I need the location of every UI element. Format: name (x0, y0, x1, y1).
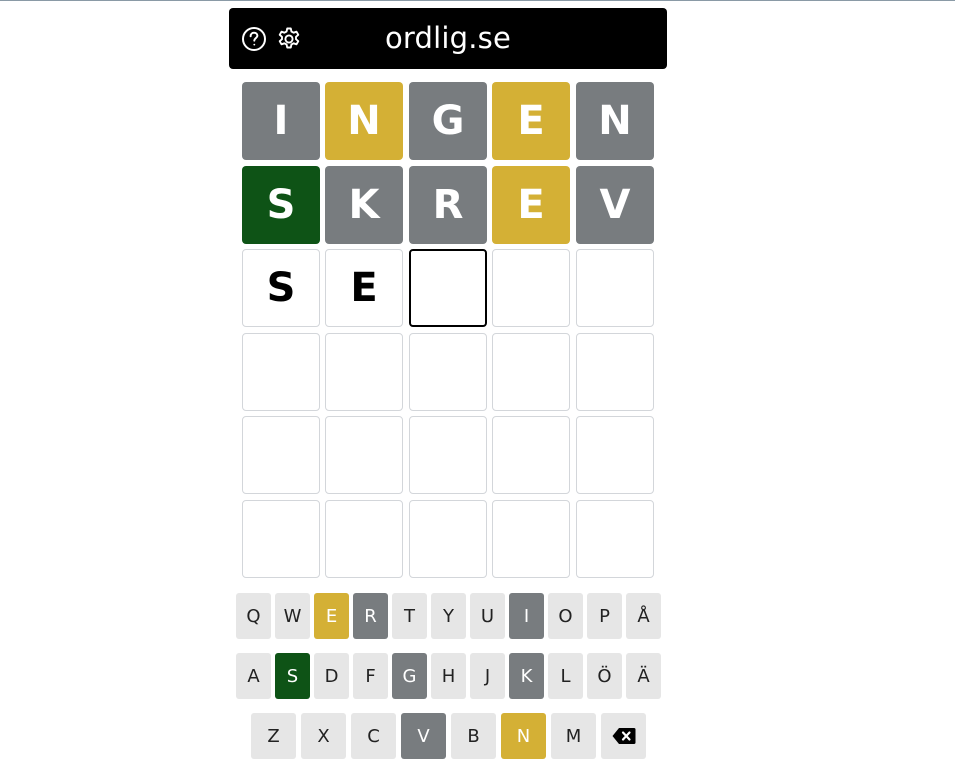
board-tile-r2-c3: R (409, 166, 487, 244)
board-tile-r4-c2 (325, 333, 403, 411)
board-tile-r6-c5 (576, 500, 654, 578)
board-tile-r3-c4 (492, 249, 570, 327)
key-o[interactable]: O (548, 593, 583, 639)
board-tile-r1-c5: N (576, 82, 654, 160)
board-tile-r2-c1: S (242, 166, 320, 244)
key-z[interactable]: Z (251, 713, 296, 759)
key-b[interactable]: B (451, 713, 496, 759)
board-tile-r5-c1 (242, 416, 320, 494)
key-u[interactable]: U (470, 593, 505, 639)
key-i[interactable]: I (509, 593, 544, 639)
key-p[interactable]: P (587, 593, 622, 639)
key-m[interactable]: M (551, 713, 596, 759)
board-tile-r1-c3: G (409, 82, 487, 160)
key-j[interactable]: J (470, 653, 505, 699)
key-c[interactable]: C (351, 713, 396, 759)
board-tile-r1-c2: N (325, 82, 403, 160)
board-tile-r6-c1 (242, 500, 320, 578)
app-header: ordlig.se (229, 8, 667, 69)
board-tile-r4-c1 (242, 333, 320, 411)
board-tile-r6-c3 (409, 500, 487, 578)
key-ö[interactable]: Ö (587, 653, 622, 699)
backspace-icon (612, 727, 636, 745)
board-tile-r5-c3 (409, 416, 487, 494)
board-tile-r1-c4: E (492, 82, 570, 160)
board-tile-r4-c3 (409, 333, 487, 411)
board-tile-r3-c3 (409, 249, 487, 327)
board-tile-r2-c2: K (325, 166, 403, 244)
board-tile-r3-c5 (576, 249, 654, 327)
key-h[interactable]: H (431, 653, 466, 699)
board-tile-r6-c4 (492, 500, 570, 578)
key-y[interactable]: Y (431, 593, 466, 639)
board-tile-r2-c4: E (492, 166, 570, 244)
board-tile-r6-c2 (325, 500, 403, 578)
key-n[interactable]: N (501, 713, 546, 759)
board-tile-r4-c4 (492, 333, 570, 411)
board-tile-r4-c5 (576, 333, 654, 411)
page-title: ordlig.se (384, 21, 512, 55)
backspace-key[interactable] (601, 713, 646, 759)
key-l[interactable]: L (548, 653, 583, 699)
top-divider (0, 0, 955, 1)
board-tile-r5-c2 (325, 416, 403, 494)
key-å[interactable]: Å (626, 593, 661, 639)
key-w[interactable]: W (275, 593, 310, 639)
board-tile-r5-c4 (492, 416, 570, 494)
key-f[interactable]: F (353, 653, 388, 699)
key-r[interactable]: R (353, 593, 388, 639)
board-tile-r1-c1: I (242, 82, 320, 160)
board-tile-r3-c1: S (242, 249, 320, 327)
key-g[interactable]: G (392, 653, 427, 699)
board-tile-r3-c2: E (325, 249, 403, 327)
key-e[interactable]: E (314, 593, 349, 639)
key-x[interactable]: X (301, 713, 346, 759)
key-d[interactable]: D (314, 653, 349, 699)
board-tile-r5-c5 (576, 416, 654, 494)
key-t[interactable]: T (392, 593, 427, 639)
key-v[interactable]: V (401, 713, 446, 759)
key-s[interactable]: S (275, 653, 310, 699)
key-a[interactable]: A (236, 653, 271, 699)
key-k[interactable]: K (509, 653, 544, 699)
key-ä[interactable]: Ä (626, 653, 661, 699)
key-q[interactable]: Q (236, 593, 271, 639)
board-tile-r2-c5: V (576, 166, 654, 244)
